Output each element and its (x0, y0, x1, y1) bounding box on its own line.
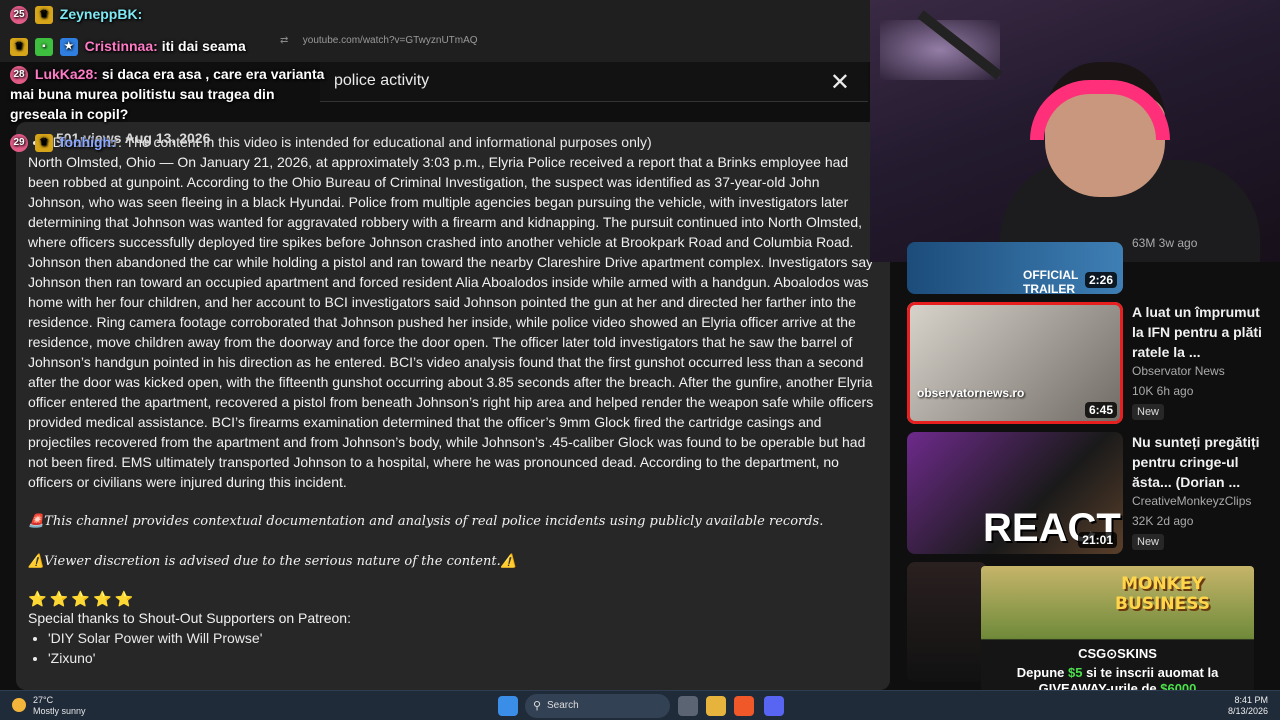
chat-nick: ZeyneppBK: (59, 6, 143, 22)
taskbar-search[interactable]: ⚲ Search (525, 694, 670, 718)
address-bar[interactable]: ⇄ youtube.com/watch?v=GTwyznUTmAQ (280, 30, 860, 52)
crown-icon: ♛ (10, 38, 28, 57)
stream-chat-overlay: 25 ♛ ZeyneppBK: ♛ ▪ ★ Cristinnaa: iti da… (0, 0, 345, 160)
video-stats: 63M 3w ago (1132, 236, 1198, 250)
channel-name[interactable]: CreativeMonkeyzClips (1132, 494, 1251, 508)
taskbar: 27°C Mostly sunny ⚲ Search 8:41 PM 8/13/… (0, 690, 1280, 720)
sub-badge: 28 (10, 66, 28, 85)
recommended-video[interactable]: OFFICIAL TRAILER 2:26 63M 3w ago (907, 236, 1280, 294)
video-thumbnail[interactable] (907, 562, 987, 682)
ad-highlight: $5 (1068, 665, 1083, 680)
chat-nick: LukKa28: (34, 66, 98, 82)
chat-message: 29 ♛ fonhigh: (10, 132, 116, 153)
discord-icon[interactable] (764, 696, 784, 716)
ad-brand: CSG⊙SKINS (1078, 646, 1157, 661)
recommended-video[interactable]: observatornews.ro 6:45 A luat un împrumu… (907, 302, 1280, 424)
crown-icon: ♛ (34, 134, 53, 153)
recommended-video[interactable]: REACT 21:01 Nu sunteți pregătiți pentru … (907, 432, 1280, 554)
system-clock[interactable]: 8:41 PM 8/13/2026 (1228, 695, 1268, 717)
sub-badge: 25 (10, 6, 28, 25)
duration: 2:26 (1084, 272, 1117, 288)
chat-message: 28 LukKa28: si daca era asa , care era v… (10, 64, 330, 124)
chat-text: iti dai seama (161, 38, 246, 54)
video-title[interactable]: Nu sunteți pregătiți pentru cringe-ul ăs… (1132, 432, 1272, 492)
viewer-note: ⚠️Viewer discretion is advised due to th… (28, 554, 517, 569)
youtube-search-bar[interactable]: police activity ✕ (320, 62, 868, 102)
video-stats: 32K 2d ago (1132, 514, 1194, 528)
search-icon: ⚲ (533, 700, 542, 712)
sub-badge: 29 (10, 134, 28, 153)
chat-nick: Cristinnaa: (84, 38, 158, 54)
chat-message: 25 ♛ ZeyneppBK: (10, 4, 143, 25)
star-rating: ⭐⭐⭐⭐⭐ (28, 591, 137, 608)
thanks-text: Special thanks to Shout-Out Supporters o… (28, 610, 351, 626)
channel-note: 🚨This channel provides contextual docume… (28, 514, 824, 529)
video-thumbnail[interactable]: observatornews.ro 6:45 (907, 302, 1123, 424)
start-icon[interactable] (498, 696, 518, 716)
search-query[interactable]: police activity (334, 72, 429, 90)
clock-date: 8/13/2026 (1227, 706, 1268, 716)
task-view-icon[interactable] (678, 696, 698, 716)
new-badge: New (1132, 534, 1165, 550)
browser-icon[interactable] (734, 696, 754, 716)
duration: 6:45 (1084, 402, 1117, 418)
temperature: 27°C (33, 695, 54, 705)
weather-condition: Mostly sunny (33, 706, 86, 716)
sponsor-ad: MONKEY BUSINESS CSG⊙SKINS Depune $5 si t… (981, 566, 1254, 698)
file-explorer-icon[interactable] (706, 696, 726, 716)
video-stats: 10K 6h ago (1132, 384, 1194, 398)
close-search-icon[interactable]: ✕ (830, 68, 850, 97)
thumbnail-text: observatornews.ro (917, 386, 1025, 400)
duration: 21:01 (1078, 532, 1117, 548)
video-thumbnail[interactable]: REACT 21:01 (907, 432, 1123, 554)
clock-time: 8:41 PM (1234, 695, 1268, 705)
gift-icon: ▪ (34, 38, 53, 57)
supporter-item[interactable]: 'DIY Solar Power with Will Prowse' (48, 628, 878, 648)
webcam-feed (870, 0, 1280, 262)
chat-message: ♛ ▪ ★ Cristinnaa: iti dai seama (10, 36, 246, 57)
screen: ⇄ youtube.com/watch?v=GTwyznUTmAQ police… (0, 0, 1280, 720)
ad-line-1: Depune $5 si te inscrii auomat la (981, 665, 1254, 680)
description-body: North Olmsted, Ohio — On January 21, 202… (28, 154, 874, 490)
new-badge: New (1132, 404, 1165, 420)
sun-icon (12, 698, 26, 712)
ad-title: MONKEY BUSINESS (1115, 574, 1210, 614)
description-box[interactable]: (Disclaimer: The content in this video i… (16, 122, 890, 690)
ad-text: Depune (1016, 665, 1068, 680)
weather-widget[interactable]: 27°C Mostly sunny (12, 695, 86, 717)
crown-icon: ♛ (34, 6, 53, 25)
video-title[interactable]: A luat un împrumut la IFN pentru a plăti… (1132, 302, 1272, 362)
video-description-pane: (Disclaimer: The content in this video i… (0, 102, 890, 690)
star-badge-icon: ★ (59, 38, 78, 57)
video-thumbnail[interactable]: OFFICIAL TRAILER 2:26 (907, 242, 1123, 294)
channel-name[interactable]: Observator News (1132, 364, 1225, 378)
supporter-item[interactable]: 'Zixuno' (48, 648, 878, 668)
chat-nick: fonhigh: (59, 134, 116, 150)
supporter-list: 'DIY Solar Power with Will Prowse' 'Zixu… (48, 628, 878, 668)
ad-text: si te inscrii auomat la (1082, 665, 1219, 680)
search-label: Search (547, 700, 579, 711)
